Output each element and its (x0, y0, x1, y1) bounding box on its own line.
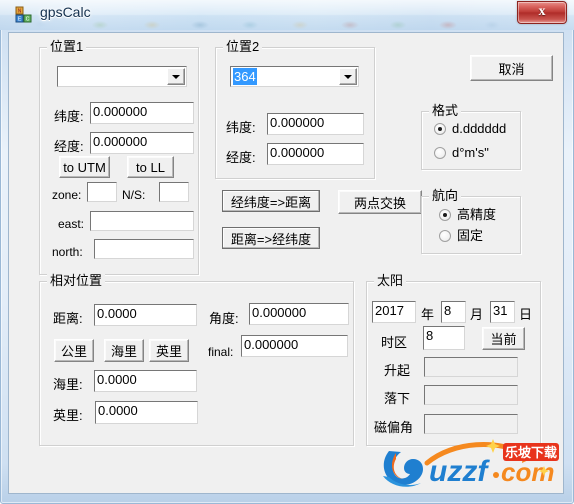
radio-selected-icon (434, 123, 446, 135)
sun-set-label: 落下 (384, 391, 411, 406)
relative-mi-label: 英里: (53, 408, 83, 423)
position1-lat-input[interactable]: 0.000000 (90, 102, 194, 124)
latlon-to-distance-button[interactable]: 经纬度=>距离 (222, 190, 320, 212)
position1-ns-input[interactable] (159, 182, 189, 202)
position2-lon-label: 经度: (226, 150, 256, 165)
nautical-mile-button[interactable]: 海里 (104, 339, 144, 362)
svg-text:C: C (26, 17, 30, 23)
app-blocks-icon: N E C (15, 6, 32, 23)
heading-group: 航向 (421, 189, 521, 254)
svg-text:N: N (18, 9, 22, 15)
swap-points-button[interactable]: 两点交换 (338, 190, 422, 214)
sun-set-value (424, 385, 518, 405)
chevron-down-icon[interactable] (167, 68, 185, 85)
position1-zone-label: zone: (52, 188, 82, 202)
to-ll-button[interactable]: to LL (127, 156, 174, 178)
watermark-text: uzzf (429, 455, 490, 488)
position1-north-label: north: (52, 245, 83, 259)
kilometer-button[interactable]: 公里 (54, 339, 94, 362)
radio-unselected-icon (434, 147, 446, 159)
distance-to-latlon-button[interactable]: 距离=>经纬度 (222, 227, 320, 249)
chevron-down-icon[interactable] (339, 68, 357, 85)
close-icon: x (538, 4, 546, 19)
position2-select-value: 364 (233, 68, 257, 85)
format-group: 格式 (421, 104, 521, 170)
format-option-label: d°m's" (452, 145, 489, 160)
close-button[interactable]: x (517, 1, 567, 24)
position1-lon-label: 经度: (54, 139, 84, 154)
sun-rise-value (424, 357, 518, 377)
position1-ns-label: N/S: (122, 188, 146, 202)
sun-rise-label: 升起 (384, 363, 411, 378)
position2-lat-input[interactable]: 0.000000 (267, 113, 364, 135)
position2-group-title: 位置2 (223, 40, 263, 54)
sun-declination-value (424, 414, 518, 434)
relative-distance-label: 距离: (53, 311, 83, 326)
radio-unselected-icon (439, 230, 451, 242)
position2-select[interactable]: 364 (230, 66, 359, 87)
sun-timezone-label: 时区 (381, 335, 408, 350)
relative-nm-input[interactable]: 0.0000 (94, 370, 197, 392)
heading-option-label: 固定 (457, 228, 484, 243)
sun-year-input[interactable]: 2017 (372, 301, 416, 323)
relative-angle-label: 角度: (209, 311, 239, 326)
relative-distance-input[interactable]: 0.0000 (94, 304, 197, 326)
sun-year-unit-label: 年 (421, 307, 435, 322)
position1-east-label: east: (58, 217, 85, 231)
watermark-domain-text: com (501, 457, 554, 487)
position1-east-input[interactable] (90, 211, 194, 231)
relative-final-input[interactable]: 0.000000 (241, 335, 348, 357)
format-group-title: 格式 (429, 104, 462, 118)
relative-angle-input[interactable]: 0.000000 (249, 303, 349, 325)
position1-lon-input[interactable]: 0.000000 (90, 132, 194, 154)
sun-declination-label: 磁偏角 (374, 420, 414, 435)
window-title: gpsCalc (40, 4, 91, 20)
sun-group-title: 太阳 (374, 274, 407, 288)
format-option-label: d.dddddd (452, 121, 507, 136)
sun-month-unit-label: 月 (470, 307, 484, 322)
sun-day-input[interactable]: 31 (490, 301, 515, 323)
relative-final-label: final: (208, 345, 234, 359)
heading-group-title: 航向 (429, 189, 462, 203)
title-bar: N E C gpsCalc x (0, 0, 574, 30)
watermark-badge-text: 乐坡下载 (505, 445, 557, 460)
gpscalc-window: N E C gpsCalc x 位置1 纬度: 0.000000 经度: 0.0… (0, 0, 574, 504)
relative-position-group-title: 相对位置 (47, 274, 106, 288)
position2-lat-label: 纬度: (226, 120, 256, 135)
sun-timezone-input[interactable]: 8 (423, 326, 465, 350)
relative-mi-input[interactable]: 0.0000 (95, 401, 198, 424)
position1-zone-input[interactable] (87, 182, 117, 202)
position2-lon-input[interactable]: 0.000000 (267, 143, 364, 165)
radio-selected-icon (439, 209, 451, 221)
cancel-button[interactable]: 取消 (470, 55, 553, 81)
position1-group-title: 位置1 (47, 40, 87, 54)
mile-button[interactable]: 英里 (149, 339, 189, 362)
relative-nm-label: 海里: (53, 377, 83, 392)
position1-select[interactable] (57, 66, 187, 87)
heading-option-label: 高精度 (457, 207, 497, 222)
client-area: 位置1 纬度: 0.000000 经度: 0.000000 to UTM to … (8, 32, 564, 494)
wave-swoosh-icon (383, 451, 423, 487)
position1-north-input[interactable] (94, 239, 194, 259)
to-utm-button[interactable]: to UTM (59, 156, 110, 178)
sun-month-input[interactable]: 8 (441, 301, 466, 323)
sun-now-button[interactable]: 当前 (482, 327, 525, 350)
position1-lat-label: 纬度: (54, 109, 84, 124)
sun-day-unit-label: 日 (519, 307, 533, 322)
